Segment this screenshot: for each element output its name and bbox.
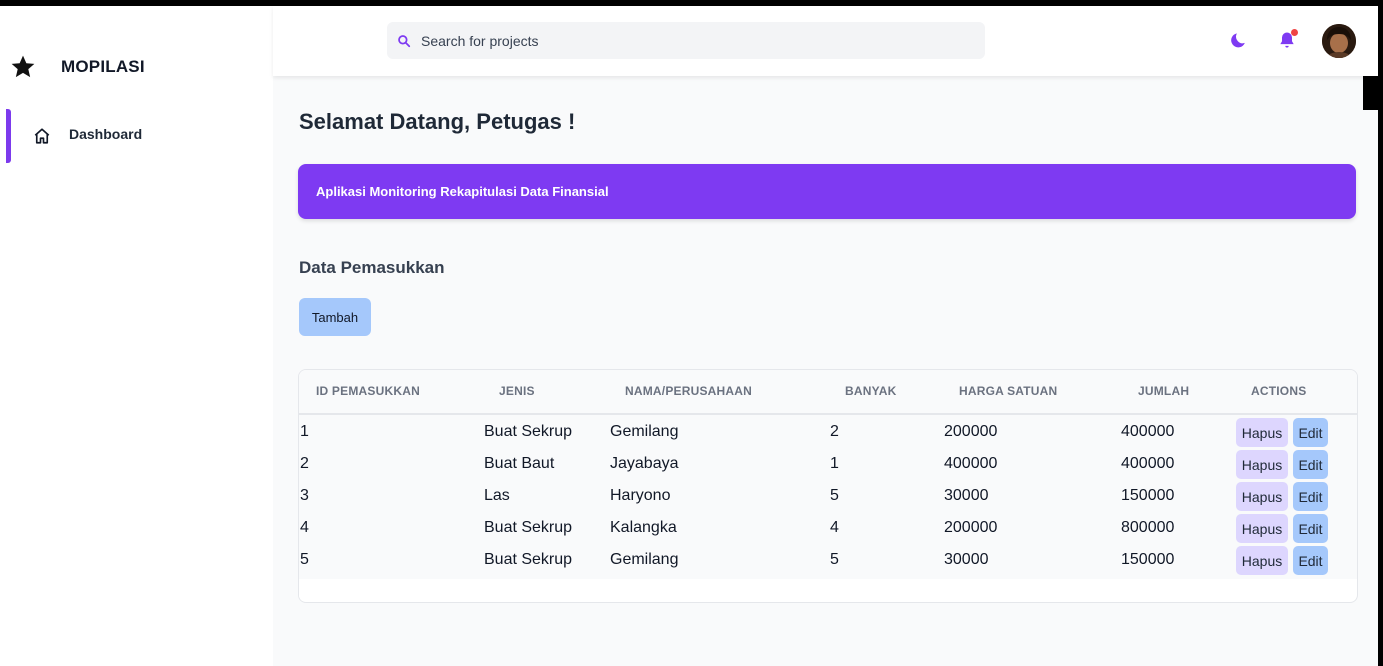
cell-nama: Jayabaya bbox=[610, 455, 679, 472]
search-input[interactable] bbox=[419, 31, 963, 50]
moon-icon[interactable] bbox=[1229, 30, 1249, 50]
cell-id: 1 bbox=[300, 423, 309, 440]
active-indicator bbox=[6, 109, 11, 163]
data-table: ID PEMASUKKAN JENIS NAMA/PERUSAHAAN BANY… bbox=[298, 369, 1358, 603]
cell-jenis: Buat Sekrup bbox=[484, 423, 573, 440]
column-header-nama: NAMA/PERUSAHAAN bbox=[625, 384, 753, 398]
cell-nama: Gemilang bbox=[610, 551, 679, 568]
search-icon bbox=[398, 34, 411, 47]
table-header: ID PEMASUKKAN JENIS NAMA/PERUSAHAAN BANY… bbox=[299, 370, 1357, 415]
table-footer bbox=[299, 579, 482, 601]
banner-text: Aplikasi Monitoring Rekapitulasi Data Fi… bbox=[316, 184, 609, 199]
column-header-jenis: JENIS bbox=[499, 384, 535, 398]
avatar-image bbox=[1322, 24, 1356, 58]
page-title: Selamat Datang, Petugas ! bbox=[299, 109, 576, 134]
table-row: 3 Las Haryono 5 30000 150000 Hapus Edit bbox=[299, 480, 1357, 512]
cell-jenis: Las bbox=[484, 487, 510, 504]
cell-nama: Gemilang bbox=[610, 423, 679, 440]
brand-name: MOPILASI bbox=[61, 57, 145, 76]
edit-button[interactable]: Edit bbox=[1293, 482, 1328, 511]
delete-button[interactable]: Hapus bbox=[1236, 418, 1288, 447]
avatar[interactable] bbox=[1322, 24, 1356, 58]
delete-button[interactable]: Hapus bbox=[1236, 482, 1288, 511]
app-window: MOPILASI Dashboard Search for projects S… bbox=[0, 6, 1378, 666]
column-header-actions: ACTIONS bbox=[1251, 384, 1307, 398]
cell-jenis: Buat Sekrup bbox=[484, 551, 573, 568]
cell-nama: Haryono bbox=[610, 487, 671, 504]
delete-button[interactable]: Hapus bbox=[1236, 546, 1288, 575]
column-header-jumlah: JUMLAH bbox=[1138, 384, 1190, 398]
edit-button[interactable]: Edit bbox=[1293, 514, 1328, 543]
edit-button[interactable]: Edit bbox=[1293, 546, 1328, 575]
info-banner: Aplikasi Monitoring Rekapitulasi Data Fi… bbox=[298, 164, 1356, 219]
cell-banyak: 5 bbox=[830, 551, 839, 568]
notification-badge bbox=[1291, 29, 1298, 36]
cell-harga: 30000 bbox=[944, 551, 989, 568]
home-icon bbox=[34, 128, 50, 144]
brand[interactable]: MOPILASI bbox=[10, 54, 145, 80]
cell-nama: Kalangka bbox=[610, 519, 677, 536]
cell-jenis: Buat Baut bbox=[484, 455, 555, 472]
cell-jumlah: 150000 bbox=[1121, 487, 1175, 504]
column-header-harga: HARGA SATUAN bbox=[959, 384, 1058, 398]
cell-jumlah: 400000 bbox=[1121, 423, 1175, 440]
cell-jumlah: 150000 bbox=[1121, 551, 1175, 568]
main-content: Selamat Datang, Petugas ! Aplikasi Monit… bbox=[273, 76, 1378, 666]
column-header-id: ID PEMASUKKAN bbox=[316, 384, 420, 398]
cell-jumlah: 800000 bbox=[1121, 519, 1175, 536]
table-row: 4 Buat Sekrup Kalangka 4 200000 800000 H… bbox=[299, 512, 1357, 544]
cell-banyak: 1 bbox=[830, 455, 839, 472]
add-button[interactable]: Tambah bbox=[299, 298, 371, 336]
top-header bbox=[273, 6, 1378, 76]
section-title: Data Pemasukkan bbox=[299, 258, 445, 277]
cell-banyak: 5 bbox=[830, 487, 839, 504]
edit-button[interactable]: Edit bbox=[1293, 418, 1328, 447]
table-body: 1 Buat Sekrup Gemilang 2 200000 400000 H… bbox=[299, 415, 1357, 579]
cell-id: 2 bbox=[300, 455, 309, 472]
search-bar[interactable] bbox=[387, 22, 985, 59]
cell-id: 5 bbox=[300, 551, 309, 568]
sidebar-item-dashboard[interactable]: Dashboard bbox=[0, 109, 273, 163]
table-row: 1 Buat Sekrup Gemilang 2 200000 400000 H… bbox=[299, 416, 1357, 448]
delete-button[interactable]: Hapus bbox=[1236, 514, 1288, 543]
sidebar-item-label: Dashboard bbox=[69, 126, 143, 142]
cell-banyak: 2 bbox=[830, 423, 839, 440]
table-row: 5 Buat Sekrup Gemilang 5 30000 150000 Ha… bbox=[299, 544, 1357, 576]
delete-button[interactable]: Hapus bbox=[1236, 450, 1288, 479]
column-header-banyak: BANYAK bbox=[845, 384, 897, 398]
cell-id: 4 bbox=[300, 519, 309, 536]
cell-harga: 200000 bbox=[944, 519, 998, 536]
cell-banyak: 4 bbox=[830, 519, 839, 536]
cell-harga: 30000 bbox=[944, 487, 989, 504]
edit-button[interactable]: Edit bbox=[1293, 450, 1328, 479]
cell-id: 3 bbox=[300, 487, 309, 504]
cell-jenis: Buat Sekrup bbox=[484, 519, 573, 536]
sidebar: MOPILASI Dashboard bbox=[0, 6, 273, 666]
cell-jumlah: 400000 bbox=[1121, 455, 1175, 472]
cell-harga: 200000 bbox=[944, 423, 998, 440]
star-icon bbox=[11, 55, 35, 78]
cell-harga: 400000 bbox=[944, 455, 998, 472]
table-row: 2 Buat Baut Jayabaya 1 400000 400000 Hap… bbox=[299, 448, 1357, 480]
